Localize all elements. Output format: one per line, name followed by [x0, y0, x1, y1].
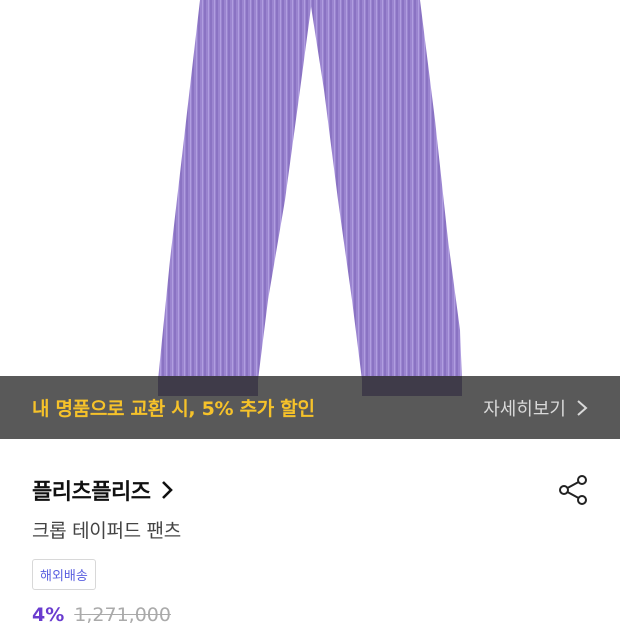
right-leg — [310, 0, 462, 380]
price-row: 4% 1,271,000 — [32, 604, 171, 626]
brand-link[interactable]: 플리츠플리즈 — [32, 470, 588, 510]
overseas-shipping-badge: 해외배송 — [32, 559, 96, 590]
share-icon[interactable] — [558, 474, 588, 506]
promo-details-label: 자세히보기 — [483, 398, 566, 420]
left-leg — [158, 0, 312, 380]
brand-name: 플리츠플리즈 — [32, 480, 151, 505]
product-name: 크롭 테이퍼드 팬츠 — [32, 520, 181, 542]
chevron-right-icon — [162, 481, 174, 499]
promo-banner[interactable]: 내 명품으로 교환 시, 5% 추가 할인 자세히보기 — [0, 376, 620, 439]
purple-pleated-pants-image — [158, 0, 462, 396]
product-image[interactable] — [0, 0, 620, 438]
product-info: 플리츠플리즈 크롭 테이퍼드 팬츠 해외배송 — [32, 470, 588, 590]
discount-rate: 4% — [32, 604, 65, 626]
promo-details-link[interactable]: 자세히보기 — [483, 395, 588, 421]
original-price: 1,271,000 — [74, 604, 171, 626]
promo-text: 내 명품으로 교환 시, 5% 추가 할인 — [32, 398, 315, 420]
chevron-right-icon — [577, 399, 588, 416]
